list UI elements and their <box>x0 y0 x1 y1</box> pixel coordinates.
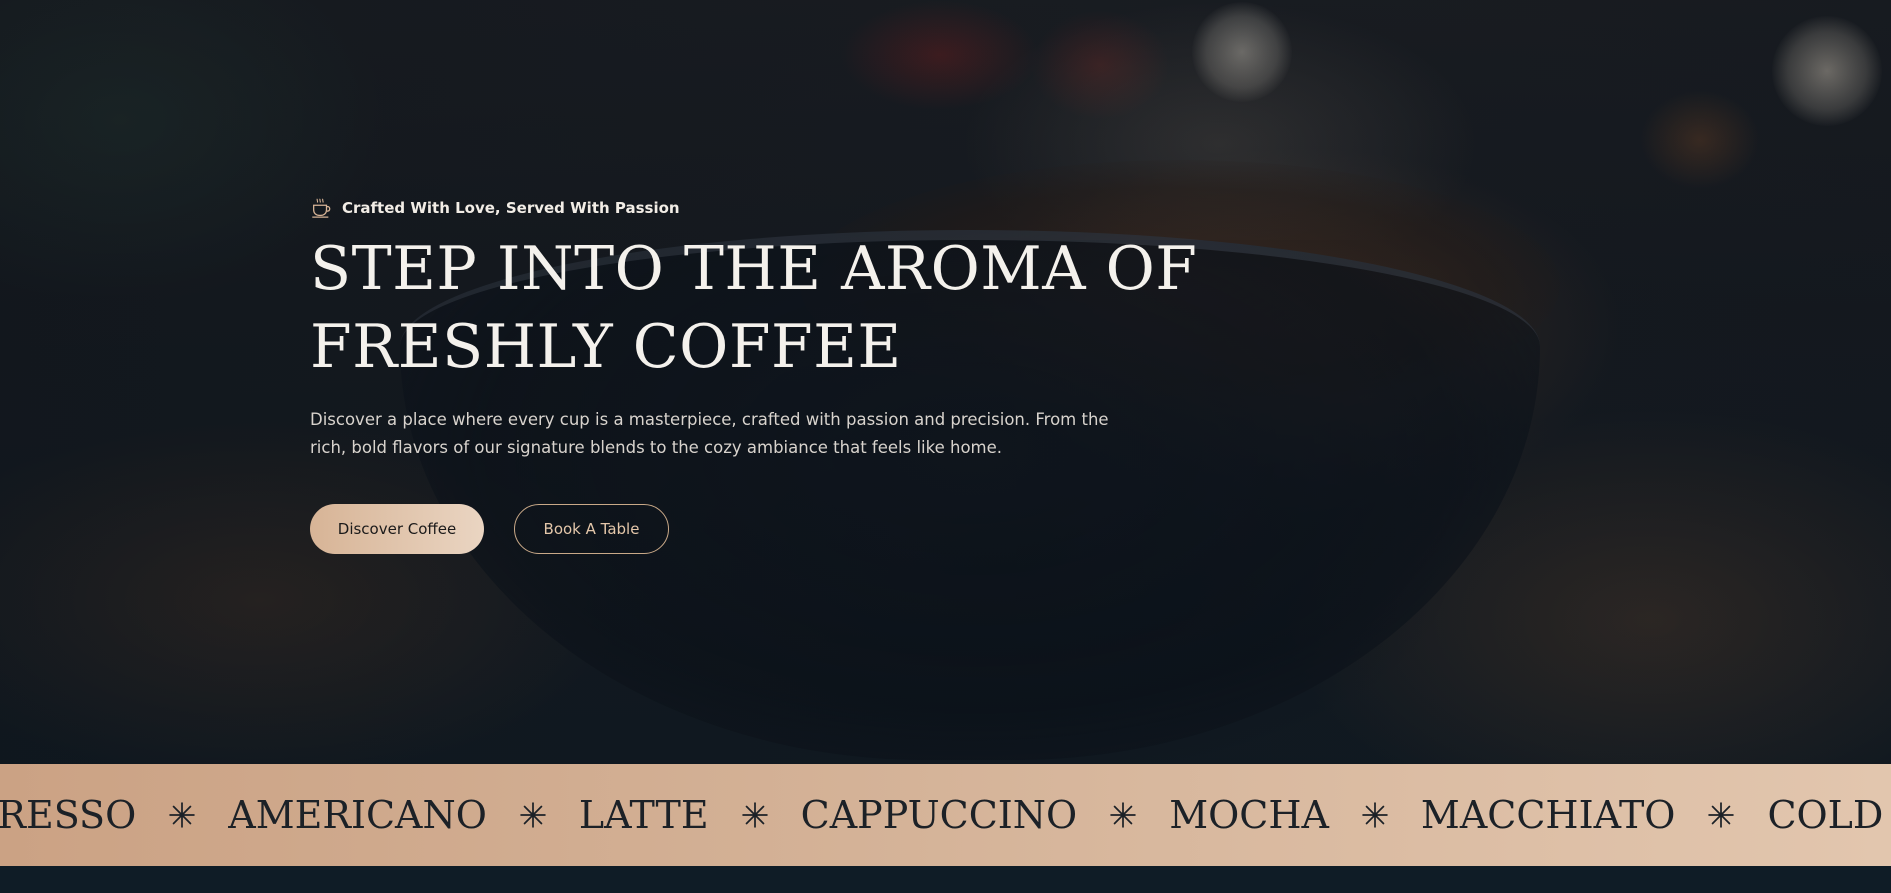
hero-content: Crafted With Love, Served With Passion S… <box>310 196 1198 479</box>
sparkle-star-icon <box>1708 802 1735 828</box>
sparkle-star-icon <box>520 802 546 828</box>
marquee-item: MOCHA <box>1169 793 1329 837</box>
marquee-item: LATTE <box>578 793 709 837</box>
hero-headline-line-1: STEP INTO THE AROMA OF <box>310 234 1198 304</box>
book-table-button[interactable]: Book A Table <box>514 504 669 554</box>
marquee-item: AMERICANO <box>228 793 487 837</box>
marquee-item: CAPPUCCINO <box>800 793 1078 837</box>
marquee-item: ESPRESSO <box>0 793 137 837</box>
coffee-cup-icon <box>312 198 331 218</box>
hero-headline: STEP INTO THE AROMA OF FRESHLY COFFEE <box>310 230 1198 386</box>
next-section-edge <box>0 866 1891 893</box>
marquee-track: ESPRESSO AMERICANO LATTE CAPPUCCINO MOCHA MAC… <box>0 764 1891 866</box>
hero-section: Crafted With Love, Served With Passion S… <box>0 0 1891 764</box>
sparkle-star-icon <box>169 802 196 828</box>
discover-coffee-button[interactable]: Discover Coffee <box>310 504 484 554</box>
marquee-item: MACCHIATO <box>1420 793 1676 837</box>
sparkle-star-icon <box>741 802 768 828</box>
hero-eyebrow: Crafted With Love, Served With Passion <box>310 196 1170 220</box>
sparkle-star-icon <box>1362 802 1388 828</box>
hero-buttons: Discover Coffee Book A Table <box>310 504 669 554</box>
hero-description: Discover a place where every cup is a ma… <box>310 410 1109 457</box>
hero-tagline: Crafted With Love, Served With Passion <box>342 199 680 217</box>
hero-headline-line-2: FRESHLY COFFEE <box>310 312 902 382</box>
coffee-menu-marquee: ESPRESSO AMERICANO LATTE CAPPUCCINO MOCHA MAC… <box>0 764 1891 866</box>
marquee-item: COLD BREW <box>1767 793 1891 837</box>
sparkle-star-icon <box>1110 802 1136 828</box>
